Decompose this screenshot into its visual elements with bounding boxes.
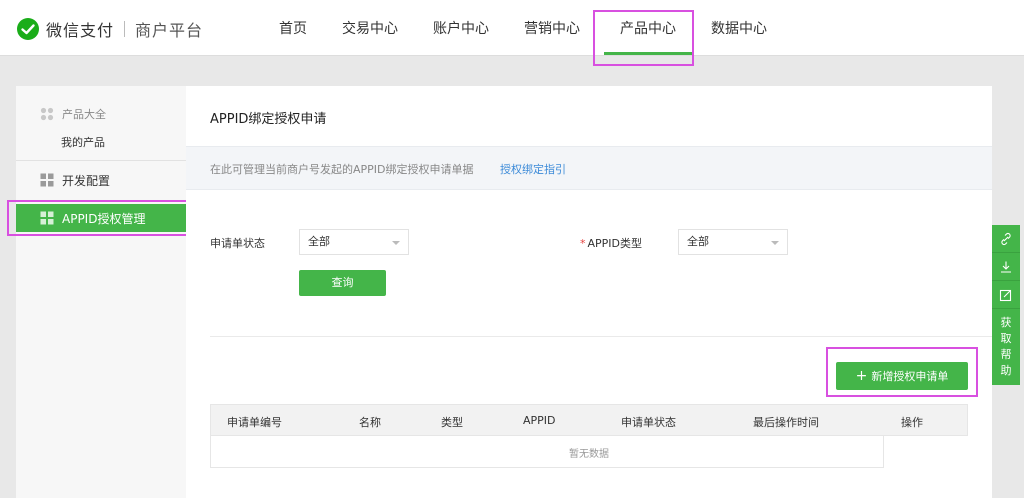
download-icon <box>1001 261 1011 273</box>
table-empty-row: 暂无数据 <box>210 436 884 468</box>
grid-icon <box>40 211 54 225</box>
col-name: 名称 <box>359 416 381 429</box>
query-button[interactable]: 查询 <box>299 270 386 296</box>
edit-icon <box>999 289 1012 301</box>
applications-table: 申请单编号 名称 类型 APPID 申请单状态 最后操作时间 操作 暂无数据 <box>210 404 968 468</box>
link-icon <box>1001 232 1011 245</box>
guide-link[interactable]: 授权绑定指引 <box>500 161 566 177</box>
help-char: 获 <box>1000 316 1012 329</box>
col-actions: 操作 <box>901 416 923 429</box>
edit-button[interactable] <box>992 281 1020 309</box>
feedback-button[interactable] <box>992 225 1020 253</box>
status-select-value: 全部 <box>308 235 330 248</box>
help-button[interactable]: 获 取 帮 助 <box>992 309 1020 385</box>
page-title: APPID绑定授权申请 <box>210 112 327 127</box>
appid-type-select[interactable]: 全部 <box>678 229 788 255</box>
floating-toolbar: 获 取 帮 助 <box>992 225 1020 385</box>
info-text: 在此可管理当前商户号发起的APPID绑定授权申请单据 <box>210 163 474 176</box>
sidebar-item-label: APPID授权管理 <box>62 211 146 226</box>
main-content: APPID绑定授权申请 在此可管理当前商户号发起的APPID绑定授权申请单据 授… <box>186 86 992 498</box>
col-application-id: 申请单编号 <box>227 416 282 429</box>
nav-home[interactable]: 首页 <box>262 0 324 55</box>
sidebar-item-dev-config[interactable]: 开发配置 <box>16 166 186 194</box>
nav-trade-center[interactable]: 交易中心 <box>324 0 416 55</box>
appid-type-label: * APPID类型 <box>580 235 642 251</box>
sidebar-group-products[interactable]: 产品大全 <box>40 106 106 122</box>
help-char: 助 <box>1000 364 1012 377</box>
platform-name: 商户平台 <box>135 21 204 40</box>
help-char: 帮 <box>1000 348 1012 361</box>
col-appid: APPID <box>523 414 556 427</box>
help-char: 取 <box>1000 332 1012 345</box>
nav-product-center[interactable]: 产品中心 <box>598 0 698 55</box>
download-button[interactable] <box>992 253 1020 281</box>
logo[interactable]: 微信支付 商户平台 <box>16 17 203 41</box>
sidebar-group-label: 产品大全 <box>62 108 106 121</box>
add-application-button[interactable]: + 新增授权申请单 <box>836 362 968 390</box>
sidebar-item-label: 开发配置 <box>62 173 111 188</box>
nav-data-center[interactable]: 数据中心 <box>698 0 780 55</box>
required-mark: * <box>580 237 586 250</box>
plus-icon: + <box>855 368 868 384</box>
top-bar: 微信支付 商户平台 首页 交易中心 账户中心 营销中心 产品中心 数据中心 <box>0 0 1024 56</box>
status-select[interactable]: 全部 <box>299 229 409 255</box>
chevron-down-icon <box>392 241 400 245</box>
sidebar: 产品大全 我的产品 开发配置 APPID授权管理 <box>16 86 187 498</box>
section-divider <box>210 336 992 337</box>
nav-marketing-center[interactable]: 营销中心 <box>506 0 598 55</box>
add-application-label: 新增授权申请单 <box>871 370 949 383</box>
info-bar: 在此可管理当前商户号发起的APPID绑定授权申请单据 授权绑定指引 <box>186 146 992 190</box>
chevron-down-icon <box>771 241 779 245</box>
sidebar-item-my-products[interactable]: 我的产品 <box>61 134 105 150</box>
col-last-op-time: 最后操作时间 <box>753 416 819 429</box>
sidebar-divider <box>16 160 186 161</box>
wechat-pay-logo-icon <box>17 18 39 40</box>
logo-divider <box>124 21 126 37</box>
sidebar-item-appid-auth[interactable]: APPID授权管理 <box>16 204 186 232</box>
table-header: 申请单编号 名称 类型 APPID 申请单状态 最后操作时间 操作 <box>210 404 968 436</box>
main-nav: 首页 交易中心 账户中心 营销中心 产品中心 数据中心 <box>262 0 780 55</box>
appid-type-select-value: 全部 <box>687 235 709 248</box>
grid-icon <box>40 173 54 187</box>
nav-account-center[interactable]: 账户中心 <box>416 0 506 55</box>
grid-icon <box>40 107 54 121</box>
appid-type-label-text: APPID类型 <box>587 237 643 250</box>
empty-state-text: 暂无数据 <box>569 449 609 460</box>
status-label: 申请单状态 <box>210 237 265 250</box>
col-type: 类型 <box>441 416 463 429</box>
col-status: 申请单状态 <box>621 416 676 429</box>
brand-name: 微信支付 <box>46 21 115 40</box>
